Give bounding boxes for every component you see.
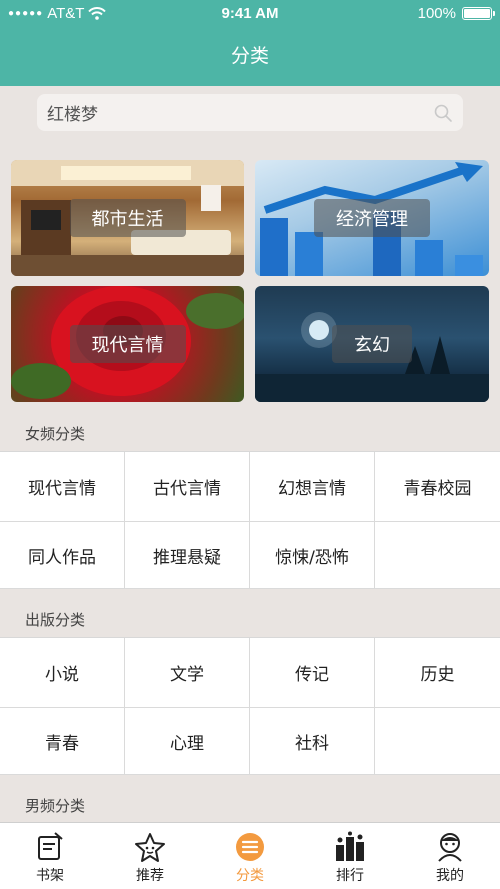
tab-label: 书架 bbox=[36, 868, 64, 884]
category-item[interactable]: 心理 bbox=[125, 708, 250, 775]
status-right: 100% bbox=[417, 5, 495, 22]
section-title-female: 女频分类 bbox=[25, 425, 86, 443]
category-item[interactable]: 幻想言情 bbox=[250, 452, 375, 522]
category-icon bbox=[236, 833, 264, 861]
tab-bookshelf[interactable]: 书架 bbox=[0, 823, 100, 889]
status-bar: ●●●●● AT&T 9:41 AM 100% bbox=[0, 0, 500, 30]
profile-icon bbox=[438, 833, 462, 862]
category-item[interactable]: 青春 bbox=[0, 708, 125, 775]
category-item[interactable]: 小说 bbox=[0, 638, 125, 708]
cover-label: 玄幻 bbox=[332, 325, 412, 363]
cover-economics[interactable]: 经济管理 bbox=[255, 160, 489, 276]
search-icon[interactable] bbox=[433, 103, 453, 123]
category-item[interactable]: 同人作品 bbox=[0, 522, 125, 589]
section-title-publishing: 出版分类 bbox=[25, 611, 86, 629]
search-bar[interactable] bbox=[37, 94, 463, 131]
section-title-male: 男频分类 bbox=[25, 797, 86, 815]
publishing-category-grid: 小说 文学 传记 历史 青春 心理 社科 bbox=[0, 637, 500, 775]
cover-label: 都市生活 bbox=[69, 199, 186, 237]
cover-urban-life[interactable]: 都市生活 bbox=[11, 160, 244, 276]
battery-percent: 100% bbox=[417, 5, 456, 22]
category-item[interactable]: 社科 bbox=[250, 708, 375, 775]
category-item[interactable]: 历史 bbox=[375, 638, 500, 708]
cover-label: 现代言情 bbox=[69, 325, 186, 363]
category-item[interactable]: 古代言情 bbox=[125, 452, 250, 522]
female-category-grid: 现代言情 古代言情 幻想言情 青春校园 同人作品 推理悬疑 惊悚/恐怖 bbox=[0, 451, 500, 589]
cover-fantasy[interactable]: 玄幻 bbox=[255, 286, 489, 402]
bookshelf-icon bbox=[38, 832, 63, 860]
category-item[interactable]: 惊悚/恐怖 bbox=[250, 522, 375, 589]
category-item[interactable]: 文学 bbox=[125, 638, 250, 708]
search-input[interactable] bbox=[37, 94, 463, 131]
cover-label: 经济管理 bbox=[314, 199, 430, 237]
tab-mine[interactable]: 我的 bbox=[400, 823, 500, 889]
nav-bar: 分类 bbox=[0, 30, 500, 86]
tab-recommend[interactable]: 推荐 bbox=[100, 823, 200, 889]
tab-label: 推荐 bbox=[136, 868, 164, 884]
tab-label: 分类 bbox=[236, 868, 264, 884]
star-icon bbox=[135, 833, 165, 862]
category-empty-cell bbox=[375, 708, 500, 775]
tab-label: 排行 bbox=[336, 868, 364, 884]
cover-modern-romance[interactable]: 现代言情 bbox=[11, 286, 244, 402]
tab-ranking[interactable]: 排行 bbox=[300, 823, 400, 889]
tab-category[interactable]: 分类 bbox=[200, 823, 300, 889]
category-item[interactable]: 传记 bbox=[250, 638, 375, 708]
category-empty-cell bbox=[375, 522, 500, 589]
ranking-icon bbox=[336, 831, 364, 861]
tab-bar: 书架 推荐 分类 排行 我的 bbox=[0, 822, 500, 889]
category-item[interactable]: 现代言情 bbox=[0, 452, 125, 522]
battery-icon bbox=[462, 7, 495, 20]
category-item[interactable]: 青春校园 bbox=[375, 452, 500, 522]
tab-label: 我的 bbox=[436, 868, 464, 884]
category-item[interactable]: 推理悬疑 bbox=[125, 522, 250, 589]
page-title: 分类 bbox=[230, 45, 269, 67]
